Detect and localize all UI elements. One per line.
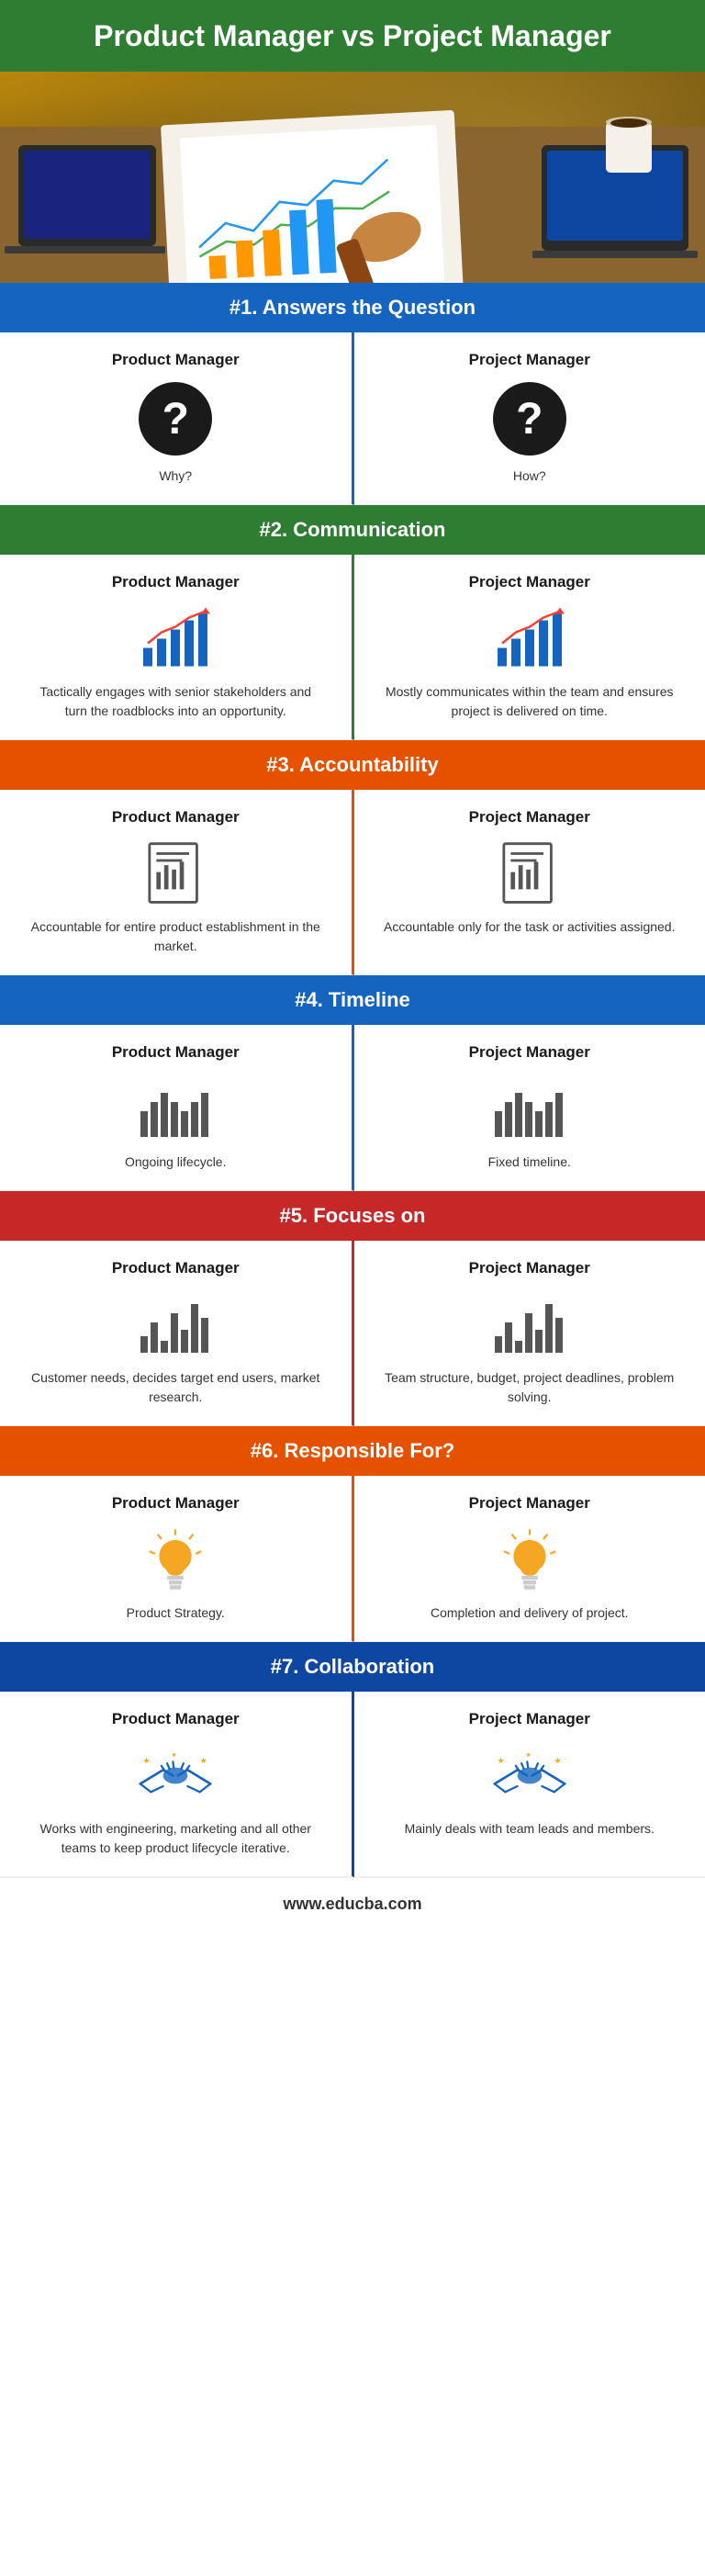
section2-row: Product Manager Tactically engages with … xyxy=(0,555,705,740)
footer-url: www.educba.com xyxy=(283,1895,421,1913)
section4-row: Product Manager Ongoing lifecycle. Proje… xyxy=(0,1025,705,1191)
svg-text:★: ★ xyxy=(200,1757,207,1766)
section1-left-label: Product Manager xyxy=(112,351,240,369)
section3-right: Project Manager Accountable only for the… xyxy=(354,790,705,975)
section-answers-question: #1. Answers the Question Product Manager… xyxy=(0,283,705,505)
chart-icon-right xyxy=(493,604,566,673)
section5-right-text: Team structure, budget, project deadline… xyxy=(382,1368,678,1407)
section1-left-text: Why? xyxy=(159,467,192,486)
section3-left: Product Manager Accountable for entire p… xyxy=(0,790,354,975)
bars-icon-left xyxy=(139,1290,212,1359)
timeline-icon-left xyxy=(139,1074,212,1143)
section3-right-text: Accountable only for the task or activit… xyxy=(384,917,676,937)
page-footer: www.educba.com xyxy=(0,1877,705,1930)
section-responsible: #6. Responsible For? Product Manager Pr xyxy=(0,1426,705,1642)
section6-row: Product Manager Product Strategy. Projec xyxy=(0,1476,705,1642)
section7-right-label: Project Manager xyxy=(469,1710,590,1728)
section3-title: #3. Accountability xyxy=(266,753,438,776)
lightbulb-icon-left xyxy=(139,1525,212,1594)
hero-svg xyxy=(0,72,705,283)
handshake-icon-right: ★ ★ ★ xyxy=(493,1741,566,1810)
section1-left: Product Manager ? Why? xyxy=(0,332,354,505)
section7-right-text: Mainly deals with team leads and members… xyxy=(405,1819,655,1839)
section6-right-text: Completion and delivery of project. xyxy=(431,1603,629,1623)
handshake-icon-left: ★ ★ ★ xyxy=(139,1741,212,1810)
timeline-icon-right xyxy=(493,1074,566,1143)
section4-left-text: Ongoing lifecycle. xyxy=(125,1153,227,1172)
section6-left-text: Product Strategy. xyxy=(127,1603,225,1623)
section-focuses: #5. Focuses on Product Manager Customer … xyxy=(0,1191,705,1426)
section2-header: #2. Communication xyxy=(0,505,705,555)
section6-left: Product Manager Product Strategy. xyxy=(0,1476,354,1642)
section5-left-label: Product Manager xyxy=(112,1259,240,1277)
document-icon-right xyxy=(493,839,566,908)
section2-right-label: Project Manager xyxy=(469,573,590,591)
section5-header: #5. Focuses on xyxy=(0,1191,705,1241)
section7-left-text: Works with engineering, marketing and al… xyxy=(28,1819,324,1858)
section4-left: Product Manager Ongoing lifecycle. xyxy=(0,1025,354,1191)
section4-right: Project Manager Fixed timeline. xyxy=(354,1025,705,1191)
section4-header: #4. Timeline xyxy=(0,975,705,1025)
section1-right-label: Project Manager xyxy=(469,351,590,369)
section2-right-text: Mostly communicates within the team and … xyxy=(382,682,678,721)
document-icon-left xyxy=(139,839,212,908)
question-icon-right: ? xyxy=(493,382,566,456)
section1-right-text: How? xyxy=(513,467,546,486)
section6-right-label: Project Manager xyxy=(469,1494,590,1513)
section5-left-text: Customer needs, decides target end users… xyxy=(28,1368,324,1407)
section3-row: Product Manager Accountable for entire p… xyxy=(0,790,705,975)
svg-text:★: ★ xyxy=(172,1751,177,1759)
section5-row: Product Manager Customer needs, decides … xyxy=(0,1241,705,1426)
page-title: Product Manager vs Project Manager xyxy=(37,18,668,53)
section7-left-label: Product Manager xyxy=(112,1710,240,1728)
section4-title: #4. Timeline xyxy=(295,988,410,1011)
section6-header: #6. Responsible For? xyxy=(0,1426,705,1476)
section5-title: #5. Focuses on xyxy=(280,1204,426,1227)
section6-right: Project Manager Completion and delivery … xyxy=(354,1476,705,1642)
section2-right: Project Manager Mostly communicates with… xyxy=(354,555,705,740)
section-collaboration: #7. Collaboration Product Manager ★ xyxy=(0,1642,705,1877)
section1-right: Project Manager ? How? xyxy=(354,332,705,505)
page-header: Product Manager vs Project Manager xyxy=(0,0,705,72)
section7-left: Product Manager ★ ★ ★ xyxy=(0,1692,354,1877)
section1-row: Product Manager ? Why? Project Manager ?… xyxy=(0,332,705,505)
section7-right: Project Manager ★ ★ ★ Mainly deals with … xyxy=(354,1692,705,1877)
hero-image-inner xyxy=(0,72,705,283)
section2-title: #2. Communication xyxy=(260,518,446,541)
section3-left-text: Accountable for entire product establish… xyxy=(28,917,324,956)
section3-right-label: Project Manager xyxy=(469,808,590,827)
section4-right-label: Project Manager xyxy=(469,1043,590,1062)
bars-icon-right xyxy=(493,1290,566,1359)
section-accountability: #3. Accountability Product Manager Accou… xyxy=(0,740,705,975)
section4-left-label: Product Manager xyxy=(112,1043,240,1062)
svg-text:★: ★ xyxy=(143,1757,151,1766)
section6-left-label: Product Manager xyxy=(112,1494,240,1513)
section-communication: #2. Communication Product Manager Tactic… xyxy=(0,505,705,740)
section7-header: #7. Collaboration xyxy=(0,1642,705,1692)
section2-left-text: Tactically engages with senior stakehold… xyxy=(28,682,324,721)
svg-text:★: ★ xyxy=(525,1751,531,1759)
section1-header: #1. Answers the Question xyxy=(0,283,705,332)
question-icon-left: ? xyxy=(139,382,212,456)
svg-text:★: ★ xyxy=(497,1757,504,1766)
section5-right-label: Project Manager xyxy=(469,1259,590,1277)
section6-title: #6. Responsible For? xyxy=(251,1439,455,1462)
chart-icon-left xyxy=(139,604,212,673)
svg-text:★: ★ xyxy=(554,1757,561,1766)
section2-left: Product Manager Tactically engages with … xyxy=(0,555,354,740)
section1-title: #1. Answers the Question xyxy=(229,296,476,319)
lightbulb-icon-right xyxy=(493,1525,566,1594)
section7-title: #7. Collaboration xyxy=(271,1655,434,1678)
section7-row: Product Manager ★ ★ ★ xyxy=(0,1692,705,1877)
section4-right-text: Fixed timeline. xyxy=(488,1153,571,1172)
section5-right: Project Manager Team structure, budget, … xyxy=(354,1241,705,1426)
section3-left-label: Product Manager xyxy=(112,808,240,827)
section3-header: #3. Accountability xyxy=(0,740,705,790)
section5-left: Product Manager Customer needs, decides … xyxy=(0,1241,354,1426)
hero-image xyxy=(0,72,705,283)
section-timeline: #4. Timeline Product Manager Ongoing lif… xyxy=(0,975,705,1191)
section2-left-label: Product Manager xyxy=(112,573,240,591)
